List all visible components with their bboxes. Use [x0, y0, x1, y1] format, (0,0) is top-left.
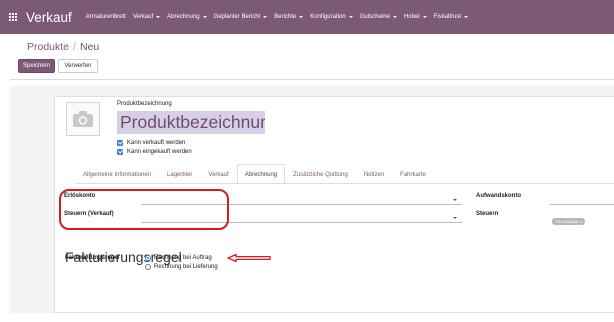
chevron-down-icon	[263, 16, 268, 18]
chevron-down-icon	[392, 16, 397, 18]
invoice-on-delivery-option[interactable]: Rechnung bei Lieferung	[145, 264, 218, 270]
save-button[interactable]: Speichern	[18, 59, 55, 73]
menu-scheduled-report[interactable]: Geplanter Bericht	[214, 14, 268, 20]
tab-sales[interactable]: Verkauf	[200, 164, 236, 184]
checkbox-checked-icon	[117, 140, 123, 146]
discard-button[interactable]: Verwerfen	[58, 59, 98, 73]
page-footer-space	[0, 313, 614, 322]
checkbox-checked-icon	[117, 149, 123, 155]
tab-inventory[interactable]: Lagerbier	[159, 164, 200, 184]
menu-vouchers[interactable]: Gutscheine	[360, 14, 397, 20]
can-be-sold-label: Kann verkauft werden	[127, 140, 186, 146]
product-name-input[interactable]: Produktbezeichnung	[117, 111, 265, 134]
breadcrumb-separator: /	[73, 41, 76, 53]
invoice-on-order-label: Rechnung bei Auftrag	[154, 255, 212, 261]
vendor-taxes-label: Steuern	[476, 211, 499, 217]
control-panel-divider	[10, 79, 614, 80]
radio-checked-icon	[145, 255, 151, 261]
top-navbar: Verkauf Armaturenbrett Verkauf Abrechnun…	[0, 0, 614, 34]
invoicing-policy-label: Fakturierungsregel	[65, 255, 120, 261]
tab-notes[interactable]: Notizen	[356, 164, 392, 184]
invoice-on-order-option[interactable]: Rechnung bei Auftrag	[145, 255, 212, 261]
can-be-sold-checkbox[interactable]: Kann verkauft werden	[117, 140, 185, 146]
radio-unchecked-icon	[145, 264, 151, 270]
chevron-down-icon	[156, 16, 161, 18]
chevron-down-icon	[348, 16, 353, 18]
tab-ticket[interactable]: Fahrkarte	[392, 164, 434, 184]
main-menu: Armaturenbrett Verkauf Abrechnung Geplan…	[86, 14, 475, 20]
form-notebook-tabs: Allgemeine Informationen Lagerbier Verka…	[75, 164, 434, 184]
chevron-down-icon[interactable]	[453, 217, 457, 219]
can-be-purchased-label: Kann eingekauft werden	[127, 149, 192, 155]
breadcrumb: Produkte / Neu	[27, 41, 99, 53]
annotation-arrow-icon	[227, 253, 271, 263]
menu-hobel[interactable]: Hobel	[404, 14, 427, 20]
vendor-tax-tag[interactable]: 7% Vorsteuer ×	[552, 218, 586, 225]
chevron-down-icon	[299, 16, 304, 18]
chevron-down-icon	[464, 16, 468, 18]
menu-fiskaltrust[interactable]: Fiskaltrust	[434, 14, 468, 20]
product-name-label: Produktbezeichnung	[117, 101, 172, 107]
product-image-placeholder[interactable]	[66, 102, 100, 136]
expense-account-label: Aufwandskonto	[476, 193, 521, 199]
invoice-on-delivery-label: Rechnung bei Lieferung	[154, 264, 218, 270]
chevron-down-icon	[422, 16, 427, 18]
menu-sales[interactable]: Verkauf	[133, 14, 161, 20]
chevron-down-icon	[202, 16, 207, 18]
menu-dashboard[interactable]: Armaturenbrett	[86, 14, 126, 20]
tabs-divider	[75, 183, 614, 184]
breadcrumb-products-link[interactable]: Produkte	[27, 41, 69, 53]
breadcrumb-current: Neu	[79, 41, 100, 53]
tab-additional-receipt[interactable]: Zusätzliche Quittung	[285, 164, 356, 184]
tab-invoicing[interactable]: Abrechnung	[236, 164, 286, 184]
form-sheet: Produktbezeichnung Produktbezeichnung Ka…	[54, 96, 614, 313]
app-brand[interactable]: Verkauf	[26, 10, 72, 25]
form-view: Produktbezeichnung Produktbezeichnung Ka…	[10, 86, 614, 313]
chevron-down-icon[interactable]	[453, 199, 457, 201]
camera-icon	[73, 111, 93, 127]
apps-grid-icon[interactable]	[9, 13, 17, 21]
menu-reports[interactable]: Berichte	[274, 14, 304, 20]
menu-invoicing[interactable]: Abrechnung	[167, 14, 207, 20]
can-be-purchased-checkbox[interactable]: Kann eingekauft werden	[117, 149, 192, 155]
annotation-highlight	[59, 189, 229, 230]
menu-configuration[interactable]: Konfiguration	[310, 14, 353, 20]
tab-general-information[interactable]: Allgemeine Informationen	[75, 164, 159, 184]
expense-account-select[interactable]	[550, 194, 614, 205]
